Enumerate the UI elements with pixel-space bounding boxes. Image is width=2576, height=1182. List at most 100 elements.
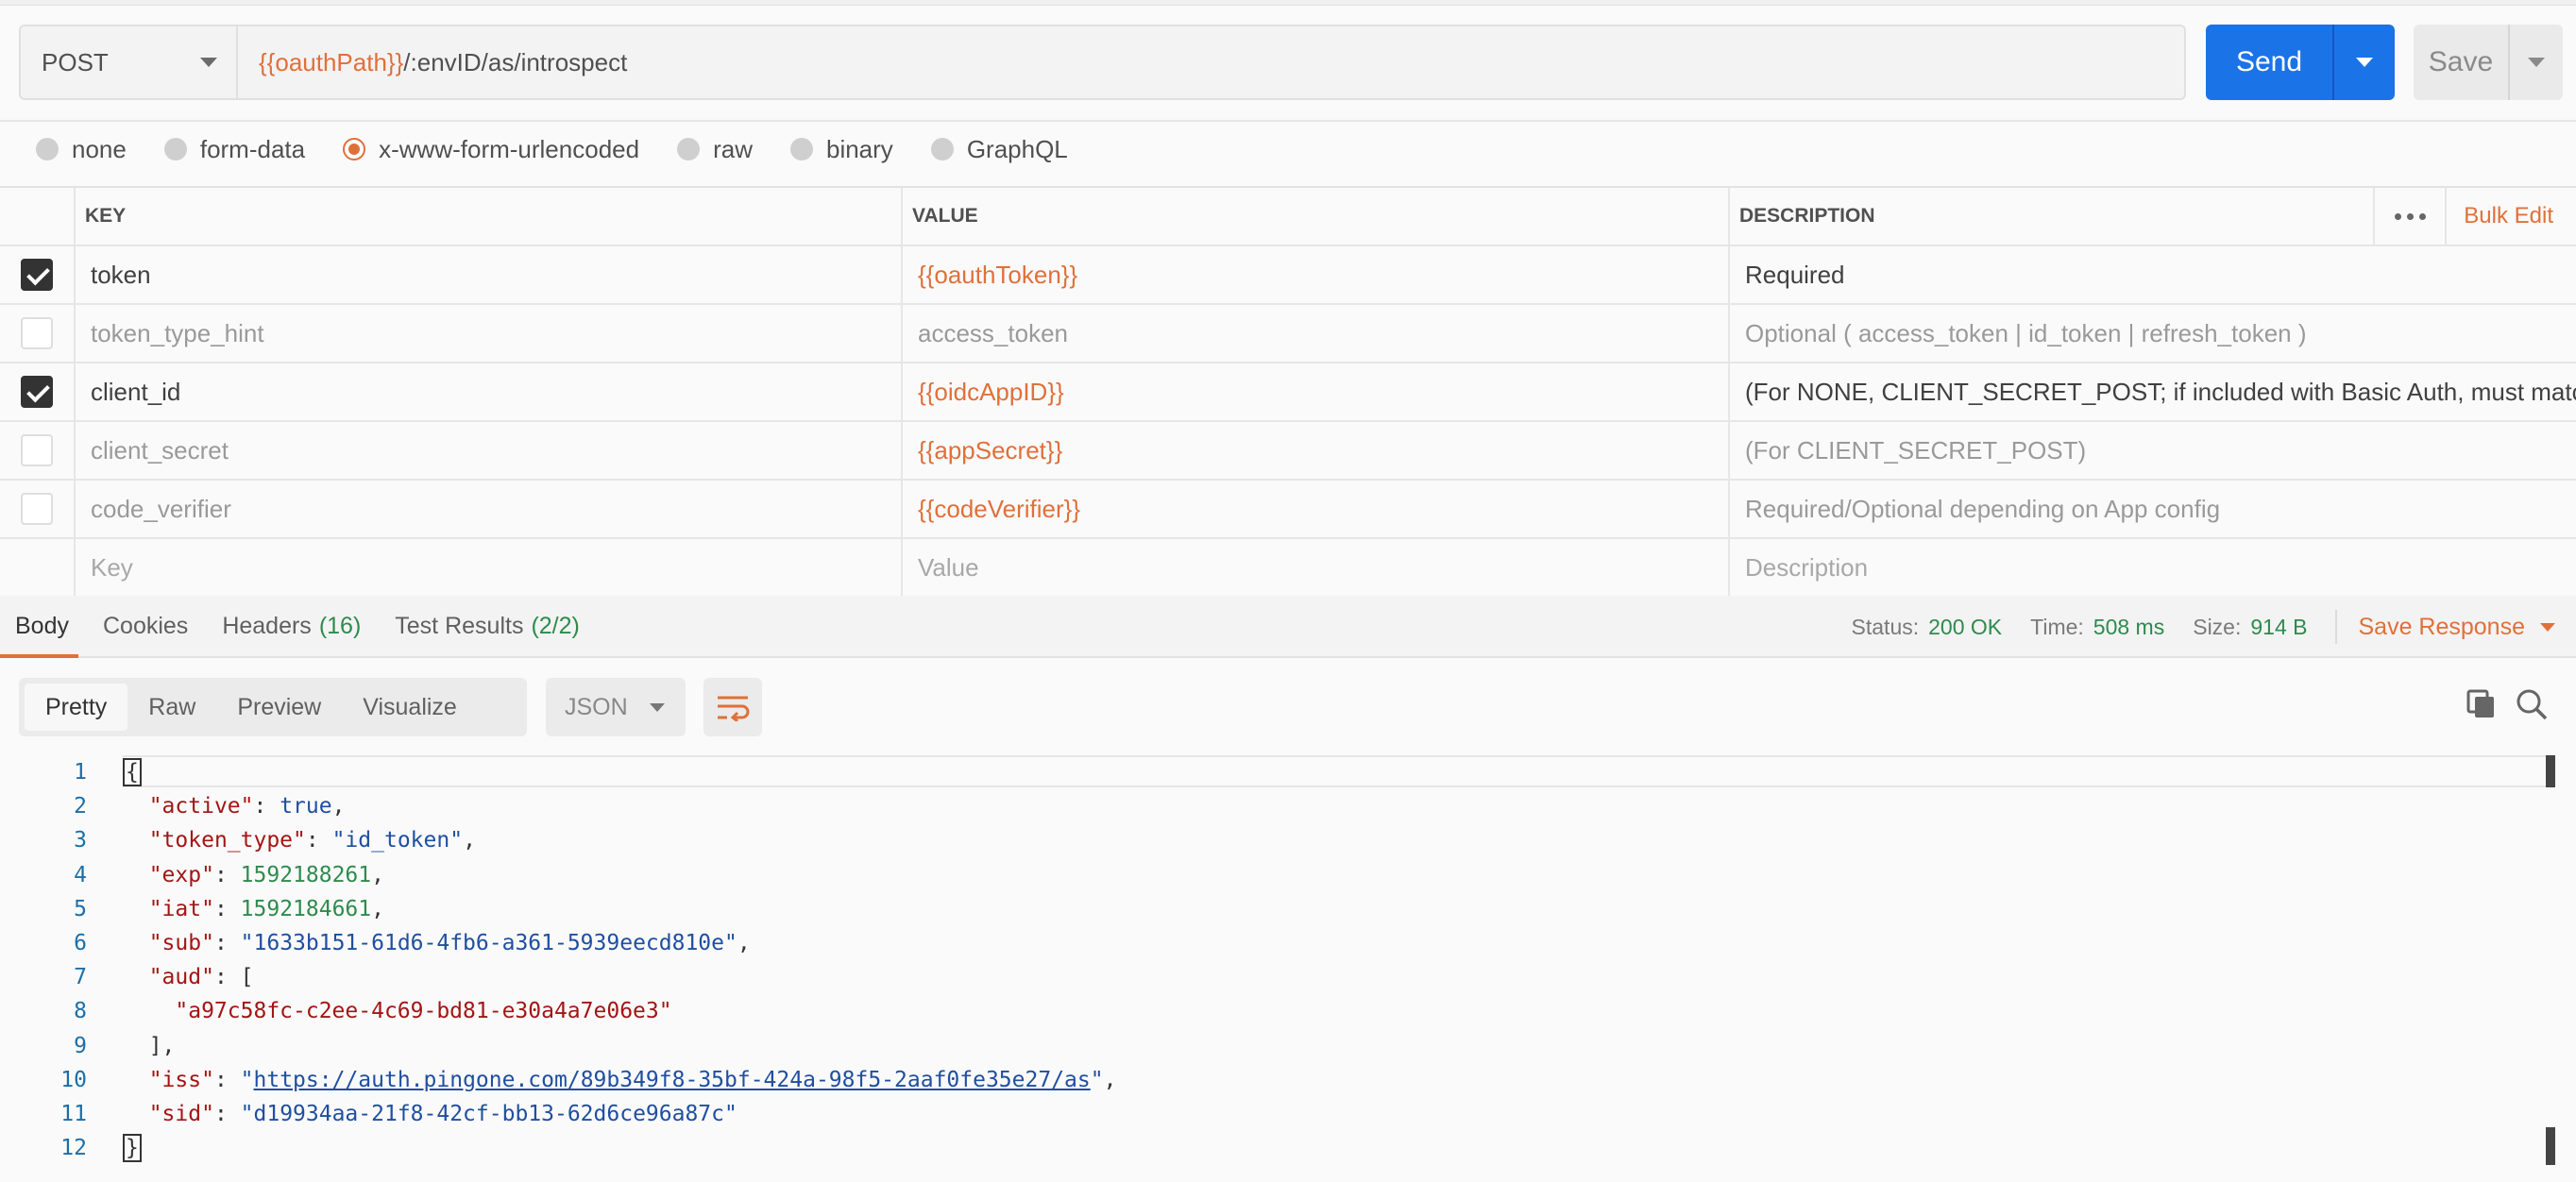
row-checkbox[interactable]	[21, 434, 53, 466]
param-key[interactable]: token	[76, 246, 903, 303]
code-line: 6 "sub": "1633b151-61d6-4fb6-a361-5939ee…	[0, 926, 2576, 960]
param-description[interactable]: Required/Optional depending on App confi…	[1730, 481, 2576, 537]
radio-button[interactable]	[163, 138, 187, 160]
wrap-lines-icon	[718, 696, 750, 721]
method-select[interactable]: POST	[21, 26, 238, 98]
code-text: "a97c58fc-c2ee-4c69-bd81-e30a4a7e06e3"	[175, 999, 672, 1024]
radio-graphql[interactable]: GraphQL	[930, 135, 1068, 164]
code-text: "exp": 1592188261,	[148, 862, 384, 887]
table-row: token {{oauthToken}} Required	[0, 246, 2576, 305]
radio-form-data[interactable]: form-data	[163, 135, 305, 164]
code-text: {	[123, 758, 142, 787]
tab-label: Headers	[222, 612, 312, 639]
copy-icon[interactable]	[2465, 687, 2499, 721]
param-description[interactable]: (For CLIENT_SECRET_POST)	[1730, 422, 2576, 479]
more-options-icon[interactable]	[2373, 188, 2448, 245]
response-body-viewer[interactable]: 1{ 2 "active": true, 3 "token_type": "id…	[0, 755, 2576, 1182]
line-number: 2	[74, 794, 87, 819]
param-value[interactable]: access_token	[903, 305, 1730, 362]
chevron-down-icon	[650, 702, 665, 712]
tab-test-results[interactable]: Test Results (2/2)	[395, 596, 580, 656]
code-text: "active": true,	[148, 794, 346, 819]
tab-headers[interactable]: Headers (16)	[222, 596, 361, 656]
radio-button[interactable]	[930, 138, 954, 160]
chevron-down-icon	[2540, 622, 2555, 632]
param-value[interactable]: {{oauthToken}}	[903, 246, 1730, 303]
param-description[interactable]: Optional ( access_token | id_token | ref…	[1730, 305, 2576, 362]
view-tab-visualize[interactable]: Visualize	[342, 684, 478, 731]
code-line: 3 "token_type": "id_token",	[0, 823, 2576, 857]
save-options-button[interactable]	[2510, 25, 2563, 100]
format-label: JSON	[565, 693, 628, 720]
view-tab-pretty[interactable]: Pretty	[25, 684, 128, 731]
table-row: code_verifier {{codeVerifier}} Required/…	[0, 481, 2576, 539]
save-button[interactable]: Save	[2414, 25, 2508, 100]
param-value[interactable]: {{codeVerifier}}	[903, 481, 1730, 537]
code-line: 5 "iat": 1592184661,	[0, 892, 2576, 926]
wrap-lines-button[interactable]	[703, 678, 762, 736]
send-options-button[interactable]	[2334, 25, 2395, 100]
search-icon[interactable]	[2515, 687, 2549, 721]
code-text: "token_type": "id_token",	[148, 828, 476, 853]
bulk-edit-link[interactable]: Bulk Edit	[2464, 203, 2553, 229]
param-description[interactable]: (For NONE, CLIENT_SECRET_POST; if includ…	[1730, 363, 2576, 420]
radio-raw[interactable]: raw	[677, 135, 753, 164]
tab-count: (16)	[318, 612, 362, 639]
size-value[interactable]: 914 B	[2250, 615, 2307, 640]
param-key[interactable]: token_type_hint	[76, 305, 903, 362]
format-select[interactable]: JSON	[546, 678, 686, 736]
param-key[interactable]: code_verifier	[76, 481, 903, 537]
save-response-label: Save Response	[2358, 613, 2525, 640]
tab-label: Cookies	[102, 612, 189, 639]
code-line: 7 "aud": [	[0, 960, 2576, 994]
line-number: 5	[74, 896, 87, 921]
param-value[interactable]: {{oidcAppID}}	[903, 363, 1730, 420]
view-tab-preview[interactable]: Preview	[216, 684, 342, 731]
send-button[interactable]: Send	[2206, 25, 2332, 100]
row-checkbox[interactable]	[21, 259, 53, 291]
radio-binary[interactable]: binary	[789, 134, 893, 164]
header-check-cell	[0, 188, 76, 245]
row-checkbox[interactable]	[21, 317, 53, 349]
row-checkbox[interactable]	[21, 493, 53, 525]
radio-label: none	[72, 134, 127, 163]
code-text: "sub": "1633b151-61d6-4fb6-a361-5939eecd…	[148, 931, 751, 956]
time-value[interactable]: 508 ms	[2093, 615, 2164, 640]
view-tab-raw[interactable]: Raw	[127, 684, 216, 731]
code-text: ],	[123, 1033, 176, 1058]
line-number: 11	[60, 1101, 87, 1126]
new-key-input[interactable]: Key	[76, 539, 903, 596]
radio-label: x-www-form-urlencoded	[379, 134, 640, 163]
new-value-input[interactable]: Value	[903, 539, 1730, 596]
param-value[interactable]: {{appSecret}}	[903, 422, 1730, 479]
line-number: 4	[74, 862, 87, 887]
radio-button-selected[interactable]	[343, 138, 366, 160]
method-label: POST	[42, 47, 109, 76]
iss-link[interactable]: https://auth.pingone.com/89b349f8-35bf-4…	[254, 1068, 1091, 1092]
table-row: client_id {{oidcAppID}} (For NONE, CLIEN…	[0, 363, 2576, 422]
scrollbar-thumb-bottom[interactable]	[2546, 1127, 2555, 1165]
status-value[interactable]: 200 OK	[1928, 615, 2002, 640]
new-description-input[interactable]: Description	[1730, 539, 2576, 596]
code-text: }	[123, 1134, 142, 1163]
radio-none[interactable]: none	[36, 135, 127, 164]
scrollbar-thumb-top[interactable]	[2546, 755, 2555, 787]
param-key[interactable]: client_id	[76, 363, 903, 420]
param-key[interactable]: client_secret	[76, 422, 903, 479]
tab-cookies[interactable]: Cookies	[103, 596, 188, 656]
row-checkbox[interactable]	[21, 376, 53, 408]
line-number: 3	[74, 828, 87, 853]
save-response-button[interactable]: Save Response	[2358, 614, 2555, 641]
url-input[interactable]: {{oauthPath}}/:envID/as/introspect	[238, 26, 627, 98]
radio-button[interactable]	[36, 138, 59, 160]
size-label: Size:	[2193, 614, 2242, 639]
tab-label: Test Results	[395, 612, 524, 639]
radio-button[interactable]	[677, 138, 701, 160]
line-number: 12	[60, 1136, 87, 1161]
param-description[interactable]: Required	[1730, 246, 2576, 303]
radio-button[interactable]	[789, 138, 813, 160]
body-type-radio-group: none form-data x-www-form-urlencoded raw…	[36, 130, 1106, 168]
radio-x-www-form-urlencoded[interactable]: x-www-form-urlencoded	[343, 135, 639, 164]
radio-label: binary	[825, 134, 893, 163]
tab-body[interactable]: Body	[0, 596, 78, 658]
